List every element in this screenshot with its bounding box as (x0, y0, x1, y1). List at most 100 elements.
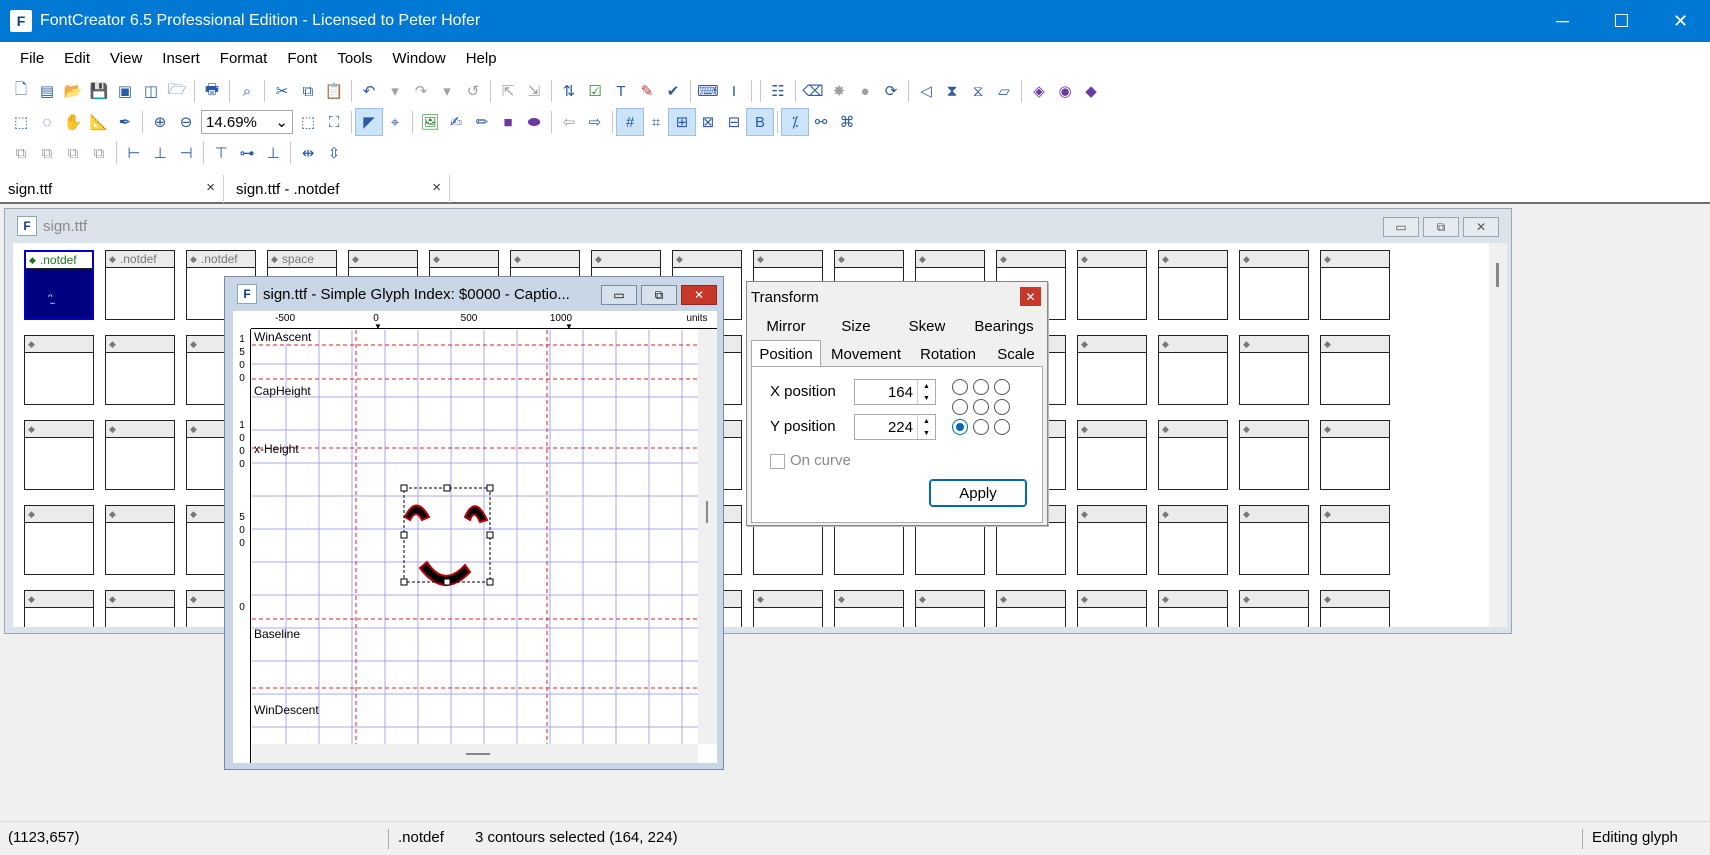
bring-front-icon[interactable]: ⧉ (8, 140, 34, 166)
glyph-cell[interactable]: ◆ (1158, 590, 1228, 627)
tab-bearings[interactable]: Bearings (963, 314, 1045, 338)
glyph-cell[interactable]: ◆ (753, 590, 823, 627)
glyph-cell[interactable]: ◆ (1239, 250, 1309, 320)
glyph-cell[interactable]: ◆ (105, 505, 175, 575)
rectangle-icon[interactable]: ■ (495, 109, 521, 135)
minimize-button[interactable]: ▭ (601, 285, 637, 305)
scroll-thumb[interactable] (1496, 263, 1499, 287)
bomb-icon[interactable]: ● (852, 78, 878, 104)
spin-down-icon[interactable]: ▼ (923, 430, 930, 437)
save-as-icon[interactable]: ▣ (112, 78, 138, 104)
glyph-horizontal-scrollbar[interactable] (252, 744, 698, 763)
zoom-fit-icon[interactable]: ⛶ (321, 109, 347, 135)
insert-character-icon[interactable]: I (721, 78, 747, 104)
minimize-button[interactable]: ─ (1533, 0, 1592, 42)
export-icon[interactable]: ⇲ (521, 78, 547, 104)
properties-icon[interactable]: ☷ (765, 78, 791, 104)
zoom-in-icon[interactable]: ⊕ (147, 109, 173, 135)
align-center-icon[interactable]: ⊥ (147, 140, 173, 166)
distribute-horizontal-icon[interactable]: ⇹ (295, 140, 321, 166)
glyph-cell[interactable]: ◆ (1077, 590, 1147, 627)
glyph-cell[interactable]: ◆ (1239, 505, 1309, 575)
tab-sign-notdef[interactable]: sign.ttf - .notdef × (228, 175, 450, 203)
print-icon[interactable]: 🖶 (199, 78, 225, 104)
on-curve-checkbox[interactable] (770, 454, 785, 469)
close-button[interactable]: ✕ (681, 285, 717, 305)
transform-close-button[interactable]: ✕ (1020, 287, 1041, 306)
open-installed-icon[interactable]: 🗁 (164, 78, 190, 104)
tab-rotation[interactable]: Rotation (909, 342, 987, 366)
menu-edit[interactable]: Edit (54, 50, 100, 67)
glyph-cell[interactable]: ◆ (1239, 590, 1309, 627)
cut-icon[interactable]: ✂ (269, 78, 295, 104)
tab-sign-ttf[interactable]: sign.ttf × (0, 175, 224, 203)
subtract-icon[interactable]: ◆ (1078, 78, 1104, 104)
anchor-top-right[interactable] (994, 379, 1010, 395)
grid-snap-icon[interactable]: ⌗ (643, 109, 669, 135)
zoom-select[interactable]: 14.69% ⌄ (201, 110, 293, 134)
show-contours-icon[interactable]: ⚯ (808, 109, 834, 135)
glyph-vertical-scrollbar[interactable] (698, 329, 717, 744)
glyph-cell[interactable]: ◆ (24, 420, 94, 490)
align-top-icon[interactable]: ⊤ (208, 140, 234, 166)
zoom-out-icon[interactable]: ⊖ (173, 109, 199, 135)
menu-file[interactable]: File (10, 50, 54, 67)
paste-icon[interactable]: 📋 (321, 78, 347, 104)
anchor-middle-left[interactable] (952, 399, 968, 415)
send-backward-icon[interactable]: ⧉ (86, 140, 112, 166)
align-middle-icon[interactable]: ⊶ (234, 140, 260, 166)
glyph-cell[interactable]: ◆ (1158, 250, 1228, 320)
anchor-bottom-left[interactable] (952, 419, 968, 435)
rotate-icon[interactable]: ⟳ (878, 78, 904, 104)
pointer-tool-icon[interactable]: ◤ (355, 108, 383, 136)
minimize-button[interactable]: ▭ (1383, 217, 1419, 237)
restore-button[interactable]: ⧉ (641, 285, 677, 305)
send-back-icon[interactable]: ⧉ (34, 140, 60, 166)
metrics-icon[interactable]: ⊠ (695, 109, 721, 135)
spin-arrows[interactable]: ▲ ▼ (917, 380, 935, 404)
anchor-bottom-center[interactable] (973, 419, 989, 435)
hand-icon[interactable]: ✋ (60, 109, 86, 135)
open-folder-icon[interactable]: 📂 (60, 78, 86, 104)
maximize-button[interactable]: ☐ (1592, 0, 1651, 42)
glyph-cell[interactable]: ◆ (105, 420, 175, 490)
save-icon[interactable]: 💾 (86, 78, 112, 104)
intersect-icon[interactable]: ◉ (1052, 78, 1078, 104)
check-icon[interactable]: ✔ (660, 78, 686, 104)
distribute-vertical-icon[interactable]: ⇳ (321, 140, 347, 166)
scroll-thumb[interactable] (466, 753, 490, 755)
glyph-cell[interactable]: ◆ (1158, 420, 1228, 490)
glyph-cell[interactable]: ◆ (1320, 590, 1390, 627)
glyph-cell[interactable]: ◆ (1077, 250, 1147, 320)
zoom-selection-icon[interactable]: ⬚ (295, 109, 321, 135)
glyph-cell[interactable]: ◆ (834, 590, 904, 627)
undo-dropdown-icon[interactable]: ▾ (382, 78, 408, 104)
select-rect-icon[interactable]: ⬚ (8, 109, 34, 135)
redo-icon[interactable]: ↷ (408, 78, 434, 104)
pencil-icon[interactable]: ✏ (469, 109, 495, 135)
glyph-cell[interactable]: ◆ (1158, 505, 1228, 575)
node-tool-icon[interactable]: ⌖ (382, 109, 408, 135)
glyph-cell[interactable]: ◆ (1239, 420, 1309, 490)
flip-left-icon[interactable]: ◁ (913, 78, 939, 104)
align-left-icon[interactable]: ⊢ (121, 140, 147, 166)
glyph-cell[interactable]: ◆ (105, 590, 175, 627)
glyph-cell[interactable]: ◆ (996, 590, 1066, 627)
union-icon[interactable]: ◈ (1026, 78, 1052, 104)
flip-horizontal-icon[interactable]: ⧗ (939, 78, 965, 104)
anchor-middle-center[interactable] (973, 399, 989, 415)
ellipse-icon[interactable]: ⬬ (521, 109, 547, 135)
prev-glyph-icon[interactable]: ⇦ (556, 109, 582, 135)
x-position-input[interactable]: 164 ▲ ▼ (854, 379, 936, 405)
glyph-cell[interactable]: ◆ (105, 335, 175, 405)
bearings-icon[interactable]: ⊟ (721, 109, 747, 135)
anchor-top-left[interactable] (952, 379, 968, 395)
close-button[interactable]: ✕ (1463, 217, 1499, 237)
lasso-icon[interactable]: ◌ (34, 109, 60, 135)
bounding-box-icon[interactable]: B (746, 108, 774, 136)
guidelines-icon[interactable]: ⊞ (668, 108, 696, 136)
spin-up-icon[interactable]: ▲ (923, 383, 930, 390)
y-position-input[interactable]: 224 ▲ ▼ (854, 414, 936, 440)
image-icon[interactable]: 🖼 (417, 109, 443, 135)
glyph-cell[interactable]: ◆ (1077, 420, 1147, 490)
